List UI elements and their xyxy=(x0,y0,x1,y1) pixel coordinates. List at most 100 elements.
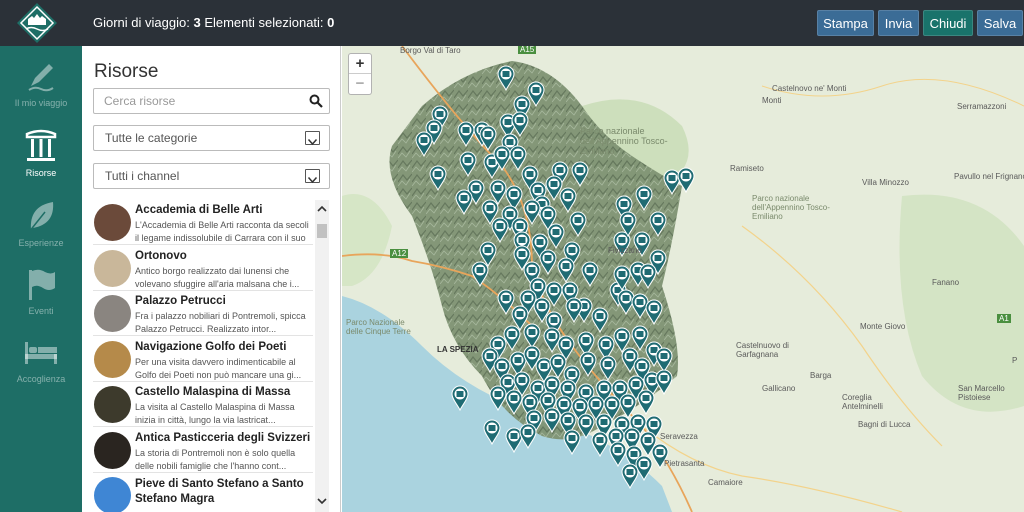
side-nav: Il mio viaggio Risorse Esperienze Eventi xyxy=(0,46,82,512)
flag-icon xyxy=(29,269,55,300)
map-label: Bagni di Lucca xyxy=(858,420,911,429)
nav-item-experiences[interactable]: Esperienze xyxy=(0,190,82,258)
resource-list: Accademia di Belle Arti L'Accademia di B… xyxy=(93,200,313,512)
nav-label-events: Eventi xyxy=(28,306,54,316)
map-label: Coreglia Antelminelli xyxy=(842,393,883,411)
resource-title: Navigazione Golfo dei Poeti xyxy=(135,340,287,353)
map-label: Ramiseto xyxy=(730,164,764,173)
map-label: Pietrasanta xyxy=(664,459,705,468)
map-label: P xyxy=(1012,356,1018,365)
search-box xyxy=(93,88,330,114)
category-select-value: Tutte le categorie xyxy=(105,131,198,145)
chevron-up-icon[interactable] xyxy=(317,204,327,214)
list-item[interactable]: Accademia di Belle Arti L'Accademia di B… xyxy=(93,200,313,245)
resource-description: Fra i palazzo nobiliari di Pontremoli, s… xyxy=(135,311,306,334)
app-logo[interactable] xyxy=(15,2,59,44)
list-item[interactable]: Navigazione Golfo dei Poeti Per una visi… xyxy=(93,337,313,382)
zoom-out-button[interactable]: − xyxy=(349,74,371,94)
nav-item-accommodation[interactable]: Accoglienza xyxy=(0,326,82,394)
resource-thumbnail xyxy=(94,431,131,469)
pencil-icon xyxy=(28,64,54,92)
nav-item-resources[interactable]: Risorse xyxy=(0,120,82,188)
map-label: Castelnuovo di Garfagnana xyxy=(736,341,789,359)
close-button[interactable]: Chiudi xyxy=(923,10,973,36)
resource-description: La storia di Pontremoli non è solo quell… xyxy=(135,447,296,471)
days-label: Giorni di viaggio: xyxy=(93,15,190,30)
nav-label-my-trip: Il mio viaggio xyxy=(14,98,68,108)
list-item[interactable]: Antica Pasticceria degli Svizzeri La sto… xyxy=(93,428,313,473)
road-shield: A12 xyxy=(390,249,409,258)
trip-info: Giorni di viaggio: 3 Elementi selezionat… xyxy=(93,15,334,30)
map-label: Barga xyxy=(810,371,832,380)
map-label: Serramazzoni xyxy=(957,102,1007,111)
channel-select[interactable]: Tutti i channel xyxy=(93,163,330,189)
nav-item-my-trip[interactable]: Il mio viaggio xyxy=(0,50,82,118)
scrollbar-thumb[interactable] xyxy=(317,224,327,238)
resource-thumbnail xyxy=(94,386,131,423)
list-item[interactable]: Palazzo Petrucci Fra i palazzo nobiliari… xyxy=(93,291,313,336)
resource-thumbnail xyxy=(94,204,131,241)
channel-select-value: Tutti i channel xyxy=(105,169,180,183)
list-item[interactable]: Pieve di Santo Stefano a Santo Stefano M… xyxy=(93,473,313,512)
map-view[interactable]: Borgo Val di Taro A15 Parco nazionale de… xyxy=(342,46,1024,512)
resource-title: Ortonovo xyxy=(135,249,187,262)
nav-label-experiences: Esperienze xyxy=(18,238,64,248)
map-label: Monte Giovo xyxy=(860,322,906,331)
resource-title: Palazzo Petrucci xyxy=(135,295,226,307)
resource-description: Per una visita davvero indimenticabile a… xyxy=(135,356,302,380)
map-label: Parco nazionale dell'Appennino Tosco-Emi… xyxy=(580,126,668,156)
top-bar: Giorni di viaggio: 3 Elementi selezionat… xyxy=(0,0,1024,46)
resource-thumbnail xyxy=(94,249,131,287)
resource-thumbnail xyxy=(94,295,131,332)
map-label: Parco Nazionale delle Cinque Terre xyxy=(346,318,411,336)
map-label: Camaiore xyxy=(708,478,743,487)
road-shield: A15 xyxy=(518,46,537,54)
nav-label-accommodation: Accoglienza xyxy=(16,374,66,384)
bed-icon xyxy=(25,342,57,364)
map-label: Borgo Val di Taro xyxy=(400,46,461,55)
zoom-control: + − xyxy=(348,53,372,95)
map-label: Seravezza xyxy=(660,432,698,441)
chevron-down-icon[interactable] xyxy=(317,496,327,506)
panel-title: Risorse xyxy=(94,61,159,82)
resource-title: Pieve di Santo Stefano a Santo Stefano M… xyxy=(135,478,304,505)
search-input[interactable] xyxy=(95,90,300,112)
map-label: Fanano xyxy=(932,278,960,287)
list-item[interactable]: Ortonovo Antico borgo realizzato dai lun… xyxy=(93,246,313,291)
search-icon[interactable] xyxy=(309,94,323,108)
zoom-in-button[interactable]: + xyxy=(349,54,371,74)
road-shield: A1 xyxy=(997,314,1011,323)
days-value: 3 xyxy=(193,15,201,30)
category-select[interactable]: Tutte le categorie xyxy=(93,125,330,151)
print-button[interactable]: Stampa xyxy=(817,10,874,36)
resource-title: Antica Pasticceria degli Svizzeri xyxy=(135,431,311,444)
column-icon xyxy=(25,129,57,161)
save-button[interactable]: Salva xyxy=(977,10,1023,36)
map-label: Pavullo nel Frignano xyxy=(954,172,1024,181)
map-label: San Marcello Pistoiese xyxy=(958,384,1005,402)
resource-description: L'Accademia di Belle Arti racconta da se… xyxy=(135,220,309,243)
nav-item-events[interactable]: Eventi xyxy=(0,258,82,326)
map-canvas[interactable] xyxy=(342,46,1024,512)
send-button[interactable]: Invia xyxy=(878,10,919,36)
resource-description: La visita al Castello Malaspina di Massa… xyxy=(135,402,295,425)
list-scrollbar[interactable] xyxy=(315,200,329,512)
map-label: Fivizzano xyxy=(608,246,642,255)
chevron-down-icon xyxy=(305,131,320,146)
map-label: LA SPEZIA xyxy=(437,345,479,354)
map-label: Castelnovo ne' Monti xyxy=(772,84,847,93)
nav-label-resources: Risorse xyxy=(25,168,57,178)
resource-description: Antico borgo realizzato dai lunensi che … xyxy=(135,265,300,289)
resource-title: Castello Malaspina di Massa xyxy=(135,386,291,398)
resource-thumbnail xyxy=(94,477,131,512)
map-label: Gallicano xyxy=(762,384,796,393)
map-label: Parco nazionale dell'Appennino Tosco-Emi… xyxy=(752,194,830,221)
resources-panel: Risorse Tutte le categorie Tutti i chann… xyxy=(82,46,341,512)
leaf-icon xyxy=(28,202,54,233)
resource-thumbnail xyxy=(94,340,131,378)
chevron-down-icon xyxy=(305,169,320,184)
selected-label: Elementi selezionati: xyxy=(204,15,324,30)
list-item[interactable]: Castello Malaspina di Massa La visita al… xyxy=(93,382,313,427)
resource-title: Accademia di Belle Arti xyxy=(135,204,263,216)
selected-value: 0 xyxy=(327,15,335,30)
